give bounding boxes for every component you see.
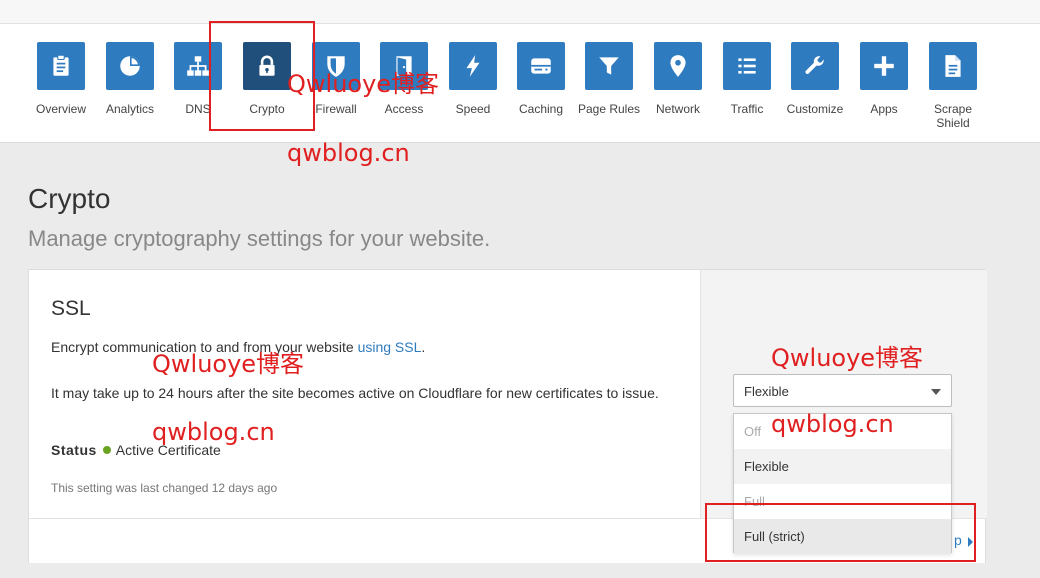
nav-label: Speed: [455, 102, 491, 116]
nav-dns[interactable]: DNS: [163, 42, 233, 116]
lock-icon: [259, 55, 275, 76]
lightning-icon: [466, 55, 480, 77]
nav-label: Network: [655, 102, 700, 116]
ssl-option-flexible[interactable]: Flexible: [734, 449, 951, 484]
watermark-name: Qwluoye博客: [771, 344, 924, 372]
using-ssl-link[interactable]: using SSL: [358, 339, 422, 355]
filter-icon: [599, 57, 619, 75]
ssl-note: It may take up to 24 hours after the sit…: [51, 385, 659, 401]
nav-label: Overview: [35, 102, 86, 116]
nav-caching[interactable]: Caching: [506, 42, 576, 116]
nav-label: Analytics: [105, 102, 155, 116]
watermark-site: qwblog.cn: [152, 418, 275, 446]
status-label: Status: [51, 442, 97, 458]
caret-right-icon: [968, 537, 973, 547]
ssl-mode-select[interactable]: Flexible: [733, 374, 952, 407]
network-tree-icon: [187, 56, 209, 76]
last-changed-text: This setting was last changed 12 days ag…: [51, 481, 278, 495]
nav-traffic[interactable]: Traffic: [712, 42, 782, 116]
nav-overview[interactable]: Overview: [26, 42, 96, 116]
watermark-name: Qwluoye博客: [287, 70, 440, 98]
ssl-title: SSL: [51, 297, 91, 320]
page-title: Crypto: [28, 183, 111, 214]
nav-speed[interactable]: Speed: [438, 42, 508, 116]
ssl-option-full-strict[interactable]: Full (strict): [734, 519, 951, 554]
nav-network[interactable]: Network: [643, 42, 713, 116]
page-subtitle: Manage cryptography settings for your we…: [28, 226, 491, 251]
nav-apps[interactable]: Apps: [849, 42, 919, 116]
help-link[interactable]: p: [954, 532, 962, 548]
pie-chart-icon: [120, 56, 140, 76]
nav-label: Page Rules: [577, 102, 641, 116]
top-bar: [0, 0, 1040, 24]
watermark-site: qwblog.cn: [287, 139, 410, 167]
ssl-option-full[interactable]: Full: [734, 484, 951, 519]
nav-label: Apps: [870, 102, 898, 116]
list-icon: [738, 58, 756, 74]
ssl-desc-end: .: [421, 339, 426, 355]
ssl-card-body: SSL Encrypt communication to and from yo…: [29, 270, 700, 518]
clipboard-icon: [53, 54, 69, 76]
caret-down-icon: [931, 389, 941, 395]
dashboard-nav: Overview Analytics DNS Crypto Firewall A…: [0, 24, 1040, 143]
ssl-mode-value: Flexible: [744, 384, 789, 399]
nav-label: Caching: [518, 102, 564, 116]
watermark-site: qwblog.cn: [771, 410, 894, 438]
nav-label: Customize: [786, 102, 844, 116]
plus-icon: [874, 56, 894, 76]
nav-customize[interactable]: Customize: [780, 42, 850, 116]
location-pin-icon: [670, 55, 686, 77]
nav-label: Traffic: [730, 102, 764, 116]
nav-label: DNS: [185, 102, 211, 116]
document-icon: [945, 55, 961, 77]
status-dot-icon: [102, 446, 111, 454]
nav-label: Access: [384, 102, 424, 116]
nav-scrape-shield[interactable]: Scrape Shield: [918, 42, 988, 130]
nav-label: Scrape Shield: [933, 102, 973, 130]
watermark-name: Qwluoye博客: [152, 350, 305, 378]
nav-label: Firewall: [315, 102, 357, 116]
nav-analytics[interactable]: Analytics: [95, 42, 165, 116]
nav-label: Crypto: [249, 102, 285, 116]
wrench-icon: [805, 56, 824, 74]
hard-drive-icon: [531, 58, 551, 74]
nav-page-rules[interactable]: Page Rules: [574, 42, 644, 116]
